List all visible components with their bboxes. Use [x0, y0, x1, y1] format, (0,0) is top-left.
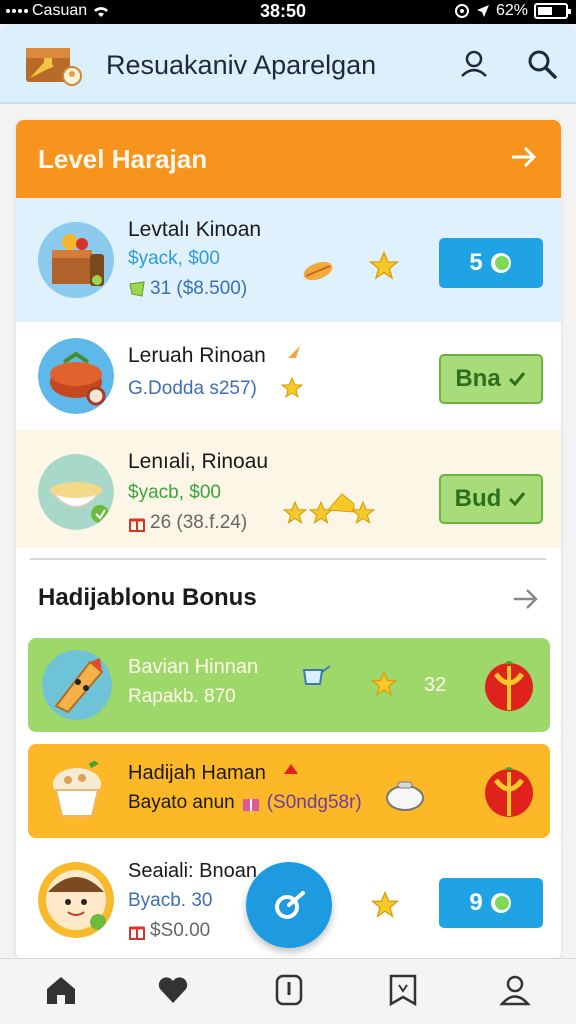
status-right: 62%: [454, 2, 571, 20]
bonus-name: Bavian Hinnan: [128, 656, 259, 678]
arrow-right-icon[interactable]: [509, 142, 539, 172]
gift-icon[interactable]: [482, 658, 536, 712]
sparkle-icon: [288, 346, 300, 358]
bottom-nav: [0, 958, 576, 1024]
cake-icon: [38, 338, 114, 414]
bonus-sub-row: Bayato anun (S0ndg58r): [128, 792, 362, 814]
item-price: Byacb. 30: [128, 890, 213, 911]
content-card: Level Harajan Levtalı Kinoan $yack, $00 …: [16, 120, 561, 960]
gift-icon: [242, 799, 259, 811]
bookmark-icon[interactable]: [386, 973, 420, 1007]
item-action-label: Bud: [454, 485, 502, 512]
gem-icon: [490, 893, 511, 913]
list-item[interactable]: Levtalı Kinoan $yack, $00 31 ($8.500) 5: [16, 198, 561, 322]
floating-action-button[interactable]: [246, 862, 332, 948]
item-name: Lenıali, Rinoau: [128, 450, 269, 473]
app-title: Resuakaniv Aparelgan: [106, 50, 377, 80]
item-action-button[interactable]: 9: [439, 878, 543, 928]
heart-icon[interactable]: [156, 973, 190, 1007]
checkmark-icon: [509, 492, 526, 507]
list-item[interactable]: Leruah Rinoan G.Dodda s257) Bna: [16, 322, 561, 430]
item-action-button[interactable]: 5: [439, 238, 543, 288]
item-meta: $S0.00: [128, 920, 210, 942]
item-meta: 31 ($8.500): [128, 278, 247, 300]
profile-icon[interactable]: [498, 973, 532, 1007]
signal-icon: [6, 9, 28, 13]
taco-character-icon: [42, 650, 112, 720]
home-icon[interactable]: [44, 973, 78, 1007]
gem-icon: [490, 253, 511, 273]
checkmark-icon: [508, 372, 525, 387]
app-header: Resuakaniv Aparelgan: [0, 24, 576, 104]
star-icon: [368, 250, 400, 280]
gift-icon: [129, 518, 145, 532]
bonus-sub-extra: (S0ndg58r): [266, 792, 362, 813]
bonus-name: Hadijah Haman: [128, 762, 266, 784]
list-item[interactable]: Lenıali, Rinoau $yacb, $00 26 (38.f.24) …: [16, 430, 561, 548]
item-name: Seaiali: Bnoan: [128, 860, 257, 882]
bonus-card[interactable]: Hadijah Haman Bayato anun (S0ndg58r): [28, 744, 550, 838]
item-price: $yack, $00: [128, 248, 220, 269]
rice-cooker-icon: [386, 781, 424, 811]
carrier-name: Casuan: [32, 2, 88, 19]
section-divider: [30, 558, 546, 560]
arrow-right-icon[interactable]: [511, 584, 541, 614]
item-meta: G.Dodda s257): [128, 378, 257, 400]
bonus-sub: Bayato anun: [128, 792, 235, 813]
gift-icon: [129, 926, 145, 940]
bonus-section-title: Hadijablonu Bonus: [38, 584, 257, 611]
arrow-up-icon: [284, 764, 298, 774]
item-meta-text: 26 (38.f.24): [150, 512, 248, 533]
item-action-label: 9: [469, 889, 483, 916]
status-bar: Casuan 38:50 62%: [0, 0, 576, 24]
star-icon: [350, 500, 376, 525]
status-left: Casuan: [6, 2, 111, 20]
item-price: $yacb, $00: [128, 482, 221, 503]
item-meta-text: $S0.00: [150, 920, 211, 941]
edit-icon: [275, 891, 305, 919]
star-icon: [370, 890, 400, 918]
bonus-sub: Rapakb. 870: [128, 686, 236, 707]
info-icon[interactable]: [272, 973, 306, 1007]
item-action-label: Bna: [455, 365, 501, 392]
item-name: Levtalı Kinoan: [128, 218, 262, 241]
star-icon: [282, 500, 308, 525]
character-face-icon: [38, 862, 114, 938]
cup-icon: [302, 665, 331, 685]
bonus-card[interactable]: Bavian Hinnan Rapakb. 870 32: [28, 638, 550, 732]
user-icon[interactable]: [458, 48, 490, 80]
star-icon: [370, 670, 398, 696]
cupcake-icon: [42, 756, 112, 826]
star-icon: [280, 376, 304, 399]
sync-icon: [454, 4, 469, 18]
level-section-header[interactable]: Level Harajan: [16, 120, 561, 198]
item-meta-text: 31 ($8.500): [150, 278, 248, 299]
item-action-button[interactable]: Bna: [439, 354, 543, 404]
item-name: Leruah Rinoan: [128, 344, 266, 367]
level-section-title: Level Harajan: [38, 144, 208, 174]
treasure-chest-logo: [26, 48, 82, 86]
crate-icon: [38, 222, 114, 298]
battery-percent: 62%: [495, 2, 528, 19]
item-meta: 26 (38.f.24): [128, 512, 247, 534]
item-action-label: 5: [469, 249, 483, 276]
item-meta-text: G.Dodda s257): [128, 378, 257, 399]
gift-icon[interactable]: [482, 764, 536, 818]
location-icon: [476, 5, 489, 17]
bonus-value: 32: [424, 674, 447, 696]
status-time: 38:50: [260, 1, 307, 21]
item-action-button[interactable]: Bud: [439, 474, 543, 524]
leaf-icon: [303, 261, 333, 281]
soup-bowl-icon: [38, 454, 114, 530]
search-icon[interactable]: [526, 48, 558, 80]
coin-icon: [129, 281, 145, 297]
wifi-icon: [94, 7, 109, 18]
battery-icon: [534, 3, 571, 19]
